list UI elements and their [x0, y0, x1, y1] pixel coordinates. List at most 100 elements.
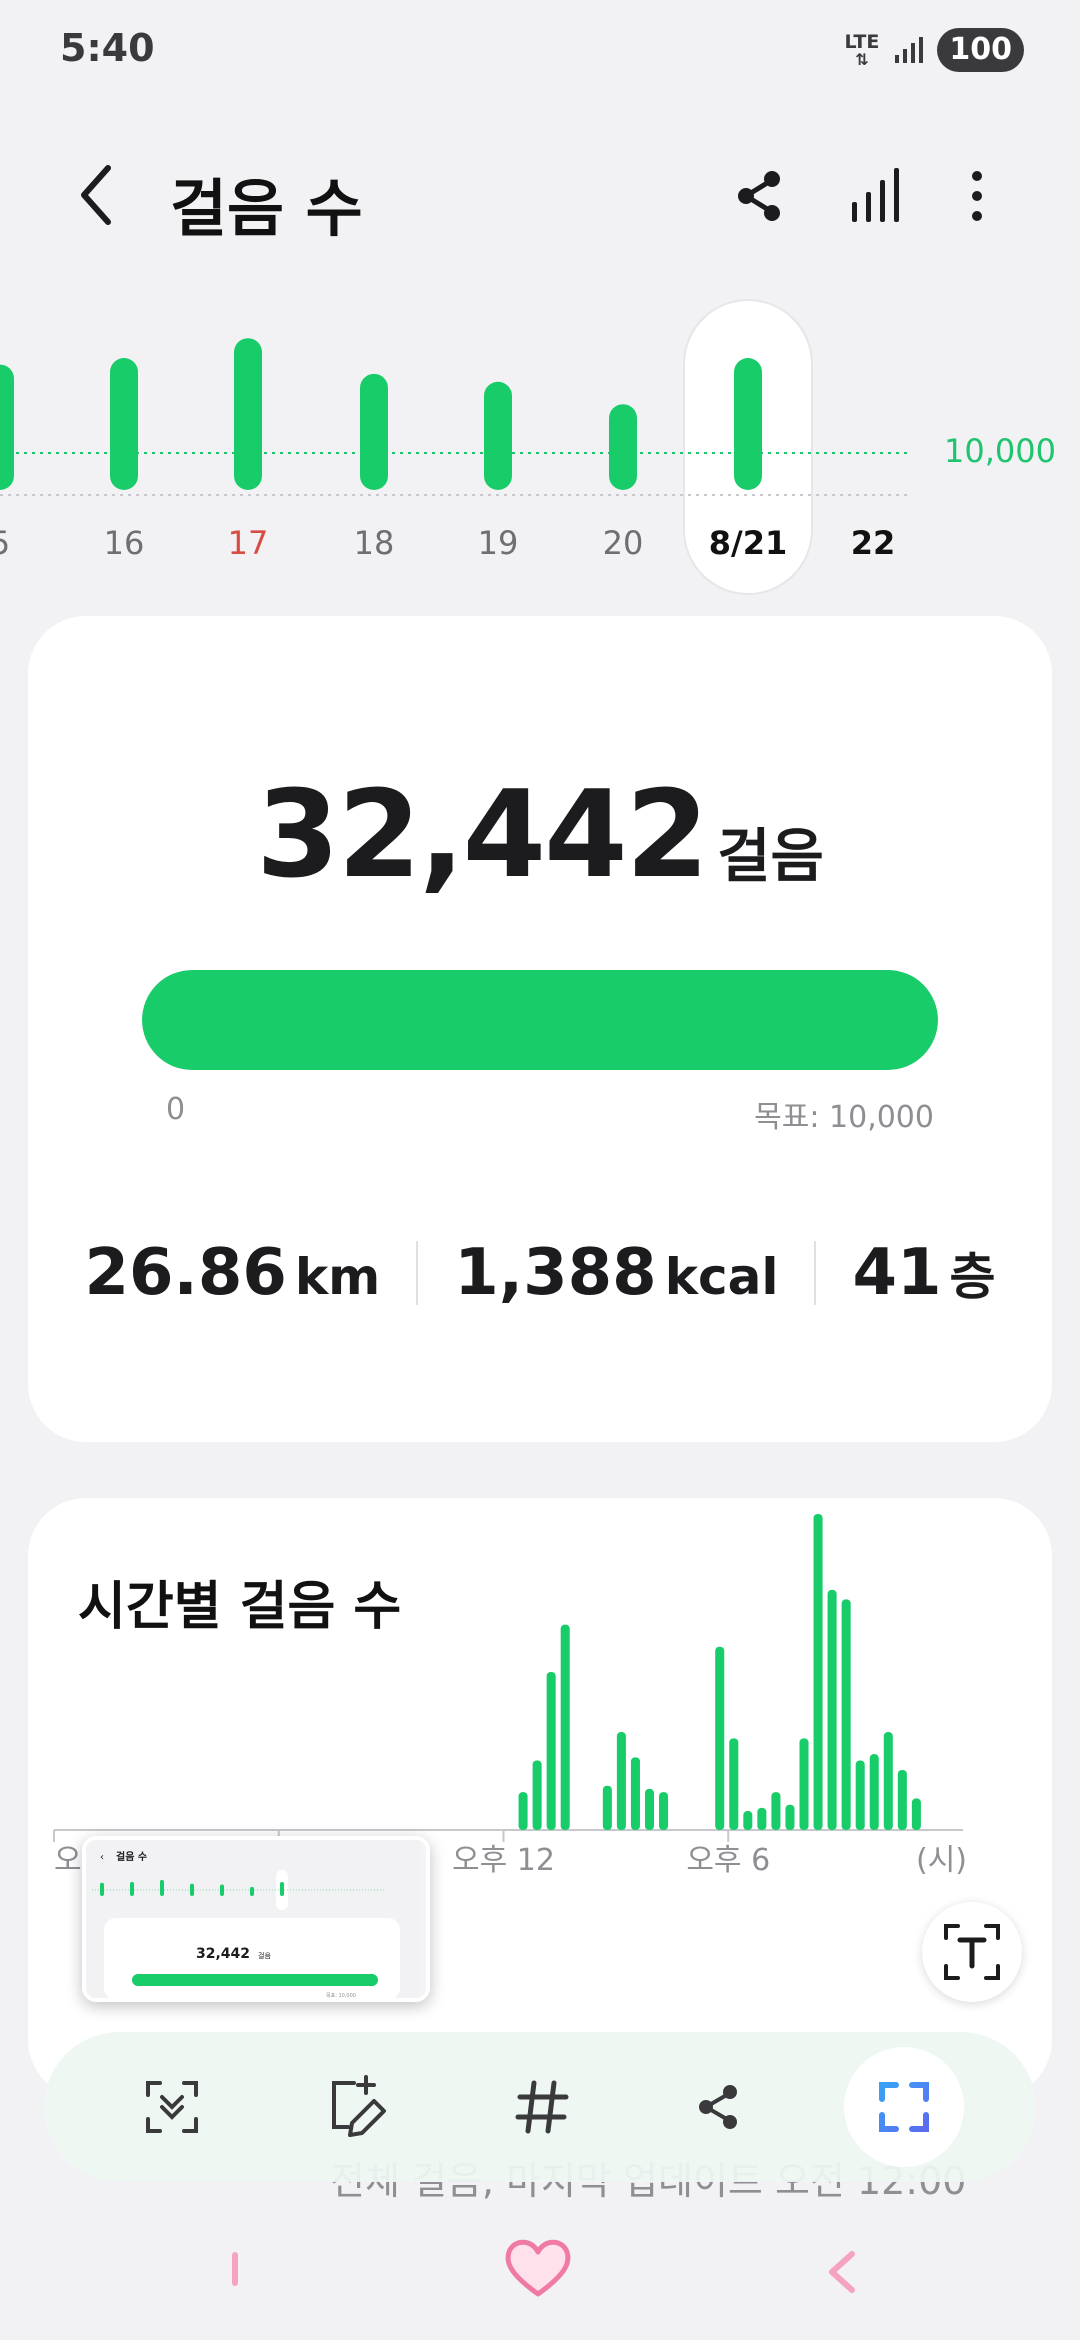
status-icons: LTE ⇅ 100 [844, 28, 1024, 72]
hourly-bar [855, 1760, 865, 1830]
steps-progress-bar [142, 970, 938, 1070]
day-bar[interactable] [0, 364, 14, 490]
thumbnail-unit: 걸음 [258, 1952, 271, 1960]
crop-icon [879, 2082, 929, 2132]
hourly-bar [841, 1599, 851, 1830]
recent-apps-button[interactable] [230, 2252, 242, 2286]
hourly-steps-card[interactable]: 오전 12오전 6오후 12오후 6(시) 시간별 걸음 수 [28, 1498, 1052, 2098]
draw-edit-button[interactable] [312, 2061, 404, 2153]
hourly-x-label: 오후 12 [452, 1843, 555, 1878]
network-label: LTE [844, 30, 880, 53]
hourly-bar [883, 1732, 893, 1830]
day-label[interactable]: 16 [104, 524, 145, 562]
hourly-bar [532, 1760, 542, 1830]
steps-unit: 걸음 [717, 822, 824, 890]
progress-goal-label: 목표: 10,000 [754, 1100, 934, 1135]
back-button[interactable] [68, 160, 128, 230]
chevron-left-icon [81, 165, 111, 225]
hourly-bar [911, 1798, 921, 1830]
day-label[interactable]: 17 [228, 524, 269, 562]
hashtag-button[interactable] [496, 2061, 588, 2153]
hourly-bar [897, 1769, 907, 1830]
lte-indicator: LTE ⇅ [844, 30, 880, 69]
hashtag-icon [515, 2080, 569, 2134]
day-label[interactable]: 18 [354, 524, 395, 562]
text-extract-button[interactable] [922, 1902, 1022, 2002]
day-bar[interactable] [484, 381, 512, 490]
day-bar[interactable] [360, 373, 388, 490]
metrics-row: 26.86 km 1,388 kcal 41 층 [28, 1236, 1052, 1310]
floors-unit: 층 [949, 1248, 996, 1306]
steps-progress-fill [142, 970, 938, 1070]
thumbnail-title: 걸음 수 [116, 1850, 147, 1863]
hourly-bar [771, 1792, 781, 1830]
floors-metric: 41 층 [816, 1236, 1031, 1310]
hourly-bar [813, 1514, 823, 1830]
draw-edit-icon [332, 2075, 386, 2137]
statistics-button[interactable] [846, 166, 906, 226]
screenshot-toolbar [44, 2032, 1036, 2182]
day-label[interactable]: 20 [603, 524, 644, 562]
more-vertical-icon [972, 171, 982, 221]
weekly-steps-chart[interactable]: 5 16 17 18 19 20 8/21 22 [0, 290, 1080, 610]
thumbnail-day-bar [280, 1882, 284, 1896]
day-label[interactable]: 5 [0, 524, 10, 562]
hourly-bar [729, 1738, 739, 1830]
hourly-x-label: 오후 6 [686, 1843, 770, 1878]
nav-back-button[interactable] [824, 2250, 858, 2294]
day-bar[interactable] [110, 358, 138, 490]
goal-line-label: 10,000 [944, 432, 1056, 470]
hourly-bar [785, 1804, 795, 1830]
hourly-bar [630, 1757, 640, 1830]
hourly-bar [757, 1807, 767, 1830]
toolbar-share-button[interactable] [672, 2061, 764, 2153]
bar-signal-icon [852, 168, 899, 222]
hourly-bar [827, 1589, 837, 1830]
battery-indicator: 100 [937, 28, 1024, 72]
crop-button[interactable] [844, 2047, 964, 2167]
share-button[interactable] [730, 166, 790, 226]
thumbnail-steps: 32,442 [196, 1946, 250, 1962]
hourly-bar [869, 1754, 879, 1830]
thumbnail-day-bar [100, 1882, 104, 1896]
hourly-bar [602, 1785, 612, 1830]
heart-home-icon [505, 2239, 571, 2297]
signal-icon [895, 37, 924, 63]
data-arrows-icon: ⇅ [855, 49, 869, 69]
day-label[interactable]: 19 [478, 524, 519, 562]
hourly-bar [659, 1792, 669, 1830]
home-button[interactable] [503, 2236, 573, 2300]
nav-back-icon [829, 2251, 855, 2293]
hourly-bar [799, 1738, 809, 1830]
status-time: 5:40 [60, 26, 155, 70]
recent-apps-icon [232, 2252, 238, 2286]
day-bar[interactable] [234, 338, 262, 490]
hourly-bar [743, 1811, 753, 1830]
thumbnail-day-bar [160, 1879, 164, 1896]
calories-metric: 1,388 kcal [418, 1236, 814, 1310]
steps-value: 32,442 [256, 766, 709, 905]
scroll-capture-button[interactable] [126, 2061, 218, 2153]
hourly-steps-title: 시간별 걸음 수 [78, 1577, 402, 1637]
steps-total: 32,442 걸음 [28, 766, 1052, 905]
floors-value: 41 [852, 1236, 942, 1310]
day-bar[interactable] [609, 404, 637, 490]
distance-metric: 26.86 km [48, 1236, 416, 1310]
screenshot-thumbnail[interactable]: ‹ 걸음 수 32,442 걸음 목표: 10,000 [82, 1836, 430, 2002]
more-options-button[interactable] [955, 166, 999, 226]
scroll-capture-icon [146, 2081, 198, 2133]
hourly-bar [518, 1792, 528, 1830]
calories-value: 1,388 [454, 1236, 657, 1310]
day-label[interactable]: 22 [851, 524, 896, 562]
distance-unit: km [294, 1248, 381, 1306]
hourly-x-label: (시) [916, 1843, 967, 1878]
hourly-bar [644, 1788, 655, 1830]
hourly-bar [715, 1646, 725, 1830]
day-bar[interactable] [734, 358, 762, 490]
page-title: 걸음 수 [170, 172, 363, 245]
text-extract-icon [944, 1924, 1000, 1980]
calories-unit: kcal [664, 1248, 779, 1306]
hourly-bar [546, 1672, 556, 1830]
share-icon [699, 2085, 737, 2129]
day-label[interactable]: 8/21 [709, 524, 787, 562]
